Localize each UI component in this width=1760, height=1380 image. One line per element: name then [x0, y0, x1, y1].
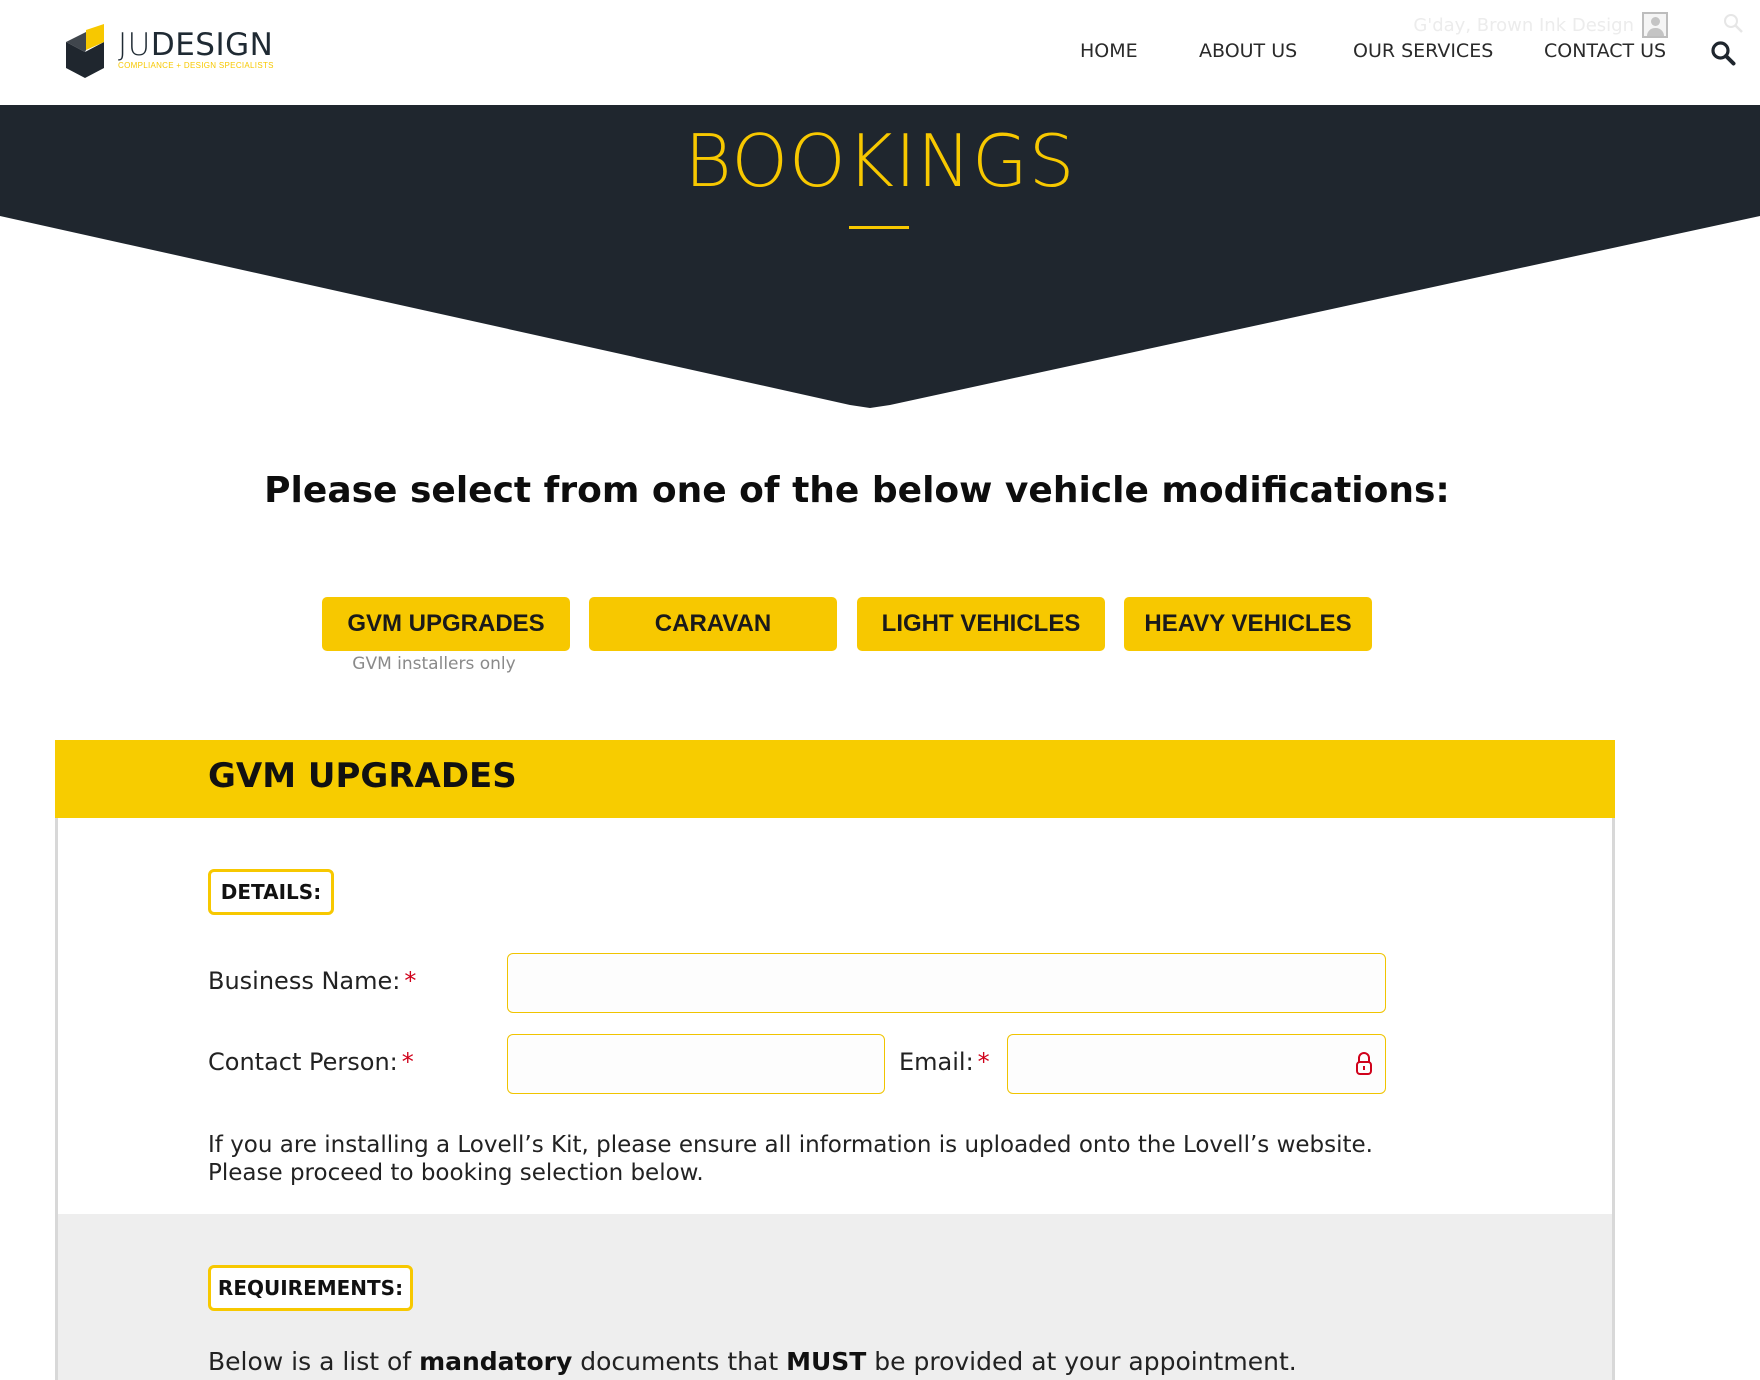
admin-search-icon[interactable]	[1722, 12, 1744, 34]
form-section-title: GVM UPGRADES	[208, 756, 517, 796]
nav-home[interactable]: HOME	[1080, 40, 1138, 62]
form-section-header: GVM UPGRADES	[55, 740, 1615, 818]
details-section-tag: DETAILS:	[208, 869, 334, 915]
business-name-label: Business Name: *	[208, 967, 417, 995]
contact-person-label: Contact Person: *	[208, 1048, 414, 1076]
info-line-1: If you are installing a Lovell’s Kit, pl…	[208, 1132, 1373, 1158]
logo-tagline: COMPLIANCE + DESIGN SPECIALISTS	[118, 61, 274, 70]
required-asterisk: *	[404, 967, 417, 995]
requirements-section-tag: REQUIREMENTS:	[208, 1265, 413, 1311]
email-label: Email: *	[899, 1048, 990, 1076]
site-header: JUDESIGN COMPLIANCE + DESIGN SPECIALISTS…	[0, 0, 1760, 105]
search-icon[interactable]	[1710, 40, 1736, 66]
user-greeting[interactable]: G'day, Brown Ink Design	[1413, 12, 1668, 38]
email-input[interactable]	[1007, 1034, 1386, 1094]
logo-mark-icon	[66, 24, 104, 78]
requirements-intro: Below is a list of mandatory documents t…	[208, 1347, 1297, 1376]
hero-banner: BOOKINGS	[0, 105, 1760, 410]
light-vehicles-button[interactable]: LIGHT VEHICLES	[857, 597, 1105, 651]
selection-heading: Please select from one of the below vehi…	[264, 470, 1450, 511]
logo-wordmark: JUDESIGN	[118, 27, 274, 63]
nav-our-services[interactable]: OUR SERVICES	[1353, 40, 1493, 62]
judesign-logo[interactable]: JUDESIGN COMPLIANCE + DESIGN SPECIALISTS	[66, 24, 274, 78]
gvm-installers-note: GVM installers only	[352, 654, 516, 674]
info-line-2: Please proceed to booking selection belo…	[208, 1160, 704, 1186]
nav-contact-us[interactable]: CONTACT US	[1544, 40, 1666, 62]
business-name-input[interactable]	[507, 953, 1386, 1013]
lovells-kit-info: If you are installing a Lovell’s Kit, pl…	[208, 1131, 1373, 1187]
required-asterisk: *	[977, 1048, 990, 1076]
caravan-button[interactable]: CARAVAN	[589, 597, 837, 651]
nav-about-us[interactable]: ABOUT US	[1199, 40, 1297, 62]
lock-icon[interactable]	[1354, 1051, 1374, 1077]
required-asterisk: *	[401, 1048, 414, 1076]
user-avatar-icon[interactable]	[1642, 12, 1668, 38]
gvm-upgrades-button[interactable]: GVM UPGRADES	[322, 597, 570, 651]
contact-person-input[interactable]	[507, 1034, 885, 1094]
title-underline	[849, 226, 909, 229]
greeting-text: G'day, Brown Ink Design	[1413, 14, 1634, 36]
page-title: BOOKINGS	[684, 119, 1076, 203]
heavy-vehicles-button[interactable]: HEAVY VEHICLES	[1124, 597, 1372, 651]
